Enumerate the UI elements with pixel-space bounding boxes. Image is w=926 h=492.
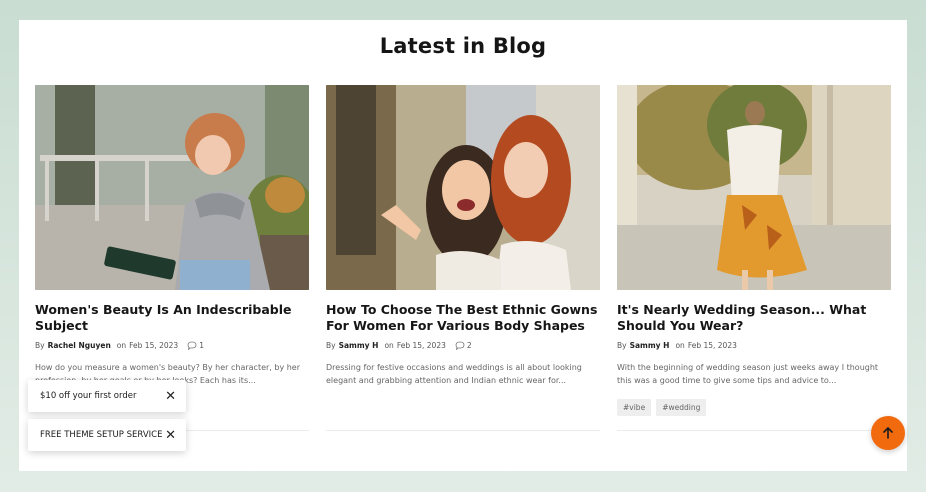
post-date: Feb 15, 2023: [129, 341, 179, 350]
tag-vibe[interactable]: #vibe: [617, 399, 652, 416]
arrow-up-icon: [883, 427, 893, 439]
post-image-reading-woman: [35, 85, 309, 290]
post-title[interactable]: How To Choose The Best Ethnic Gowns For …: [326, 302, 600, 334]
post-title[interactable]: Women's Beauty Is An Indescribable Subje…: [35, 302, 309, 334]
back-to-top-button[interactable]: [871, 416, 905, 450]
post-meta: By Rachel Nguyen on Feb 15, 2023 1: [35, 341, 204, 350]
close-icon[interactable]: ✕: [165, 390, 176, 403]
post-date: Feb 15, 2023: [396, 341, 446, 350]
post-author[interactable]: Sammy H: [630, 341, 670, 350]
comment-icon: [187, 341, 197, 350]
card-divider: [326, 430, 600, 431]
post-comments[interactable]: 1: [187, 341, 204, 350]
post-title[interactable]: It's Nearly Wedding Season... What Shoul…: [617, 302, 891, 334]
post-date: Feb 15, 2023: [687, 341, 737, 350]
setup-service-toast[interactable]: FREE THEME SETUP SERVICE ✕: [28, 419, 186, 451]
post-image-wedding-season: [617, 85, 891, 290]
post-excerpt: Dressing for festive occasions and weddi…: [326, 363, 582, 385]
toast-text: FREE THEME SETUP SERVICE: [40, 430, 163, 440]
comment-icon: [455, 341, 465, 350]
blog-card: How To Choose The Best Ethnic Gowns For …: [326, 85, 600, 431]
post-image[interactable]: [326, 85, 600, 290]
toast-text: $10 off your first order: [40, 391, 137, 401]
post-tags: #vibe #wedding: [617, 399, 891, 416]
tag-wedding[interactable]: #wedding: [656, 399, 707, 416]
card-divider: [617, 430, 891, 431]
close-icon[interactable]: ✕: [165, 429, 176, 442]
post-meta: By Sammy H on Feb 15, 2023: [617, 341, 737, 350]
post-meta: By Sammy H on Feb 15, 2023 2: [326, 341, 472, 350]
post-image[interactable]: [35, 85, 309, 290]
post-image[interactable]: [617, 85, 891, 290]
post-excerpt: With the beginning of wedding season jus…: [617, 363, 879, 385]
post-author[interactable]: Rachel Nguyen: [48, 341, 111, 350]
post-author[interactable]: Sammy H: [339, 341, 379, 350]
post-image-laughing-women: [326, 85, 600, 290]
blog-card: It's Nearly Wedding Season... What Shoul…: [617, 85, 891, 431]
discount-toast[interactable]: $10 off your first order ✕: [28, 380, 186, 412]
section-title: Latest in Blog: [379, 34, 547, 58]
post-comments[interactable]: 2: [455, 341, 472, 350]
